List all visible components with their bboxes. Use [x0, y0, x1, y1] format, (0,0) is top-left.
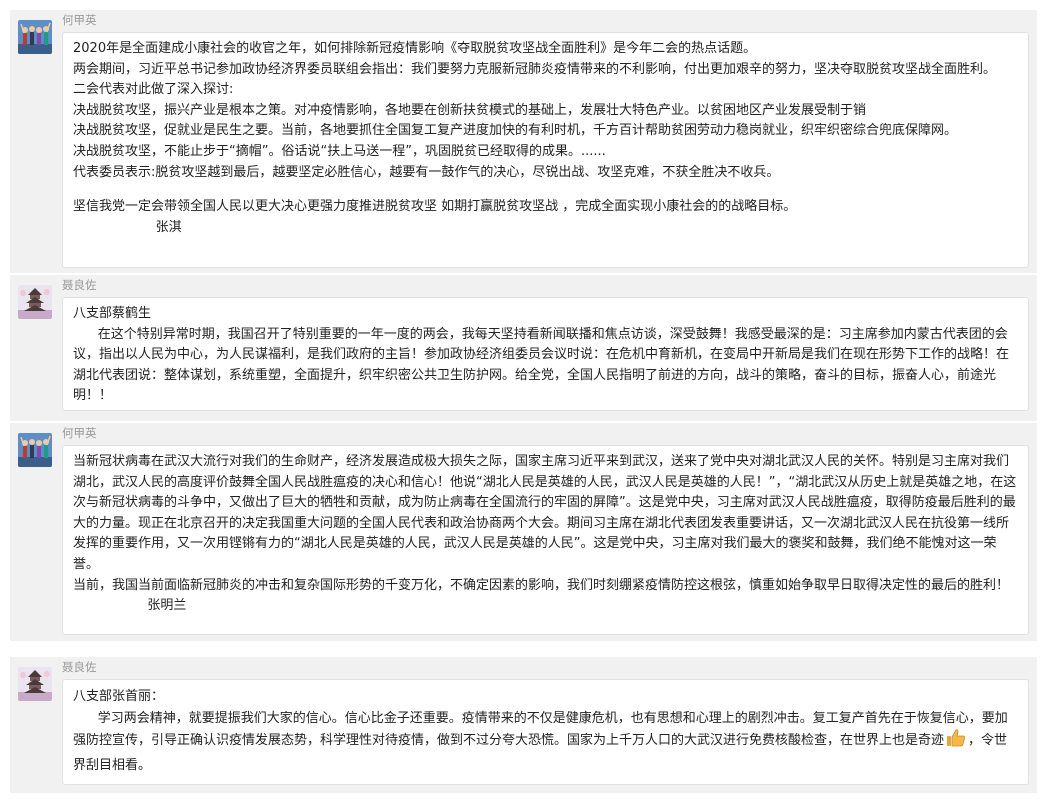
chat-message: 聂良佐 八支部蔡鹤生 在这个特别异常时期，我国召开了特别重要的一年一度的两会，我…: [10, 275, 1037, 421]
sender-name: 聂良佐: [62, 660, 97, 674]
sender-name: 何甲英: [62, 426, 97, 440]
chat-message: 聂良佐 八支部张首丽： 学习两会精神，就要提振我们大家的信心。信心比金子还重要。…: [10, 657, 1037, 793]
chat-message: 何甲英 2020年是全面建成小康社会的收官之年，如何排除新冠疫情影响《夺取脱贫攻…: [10, 10, 1037, 273]
message-line: 当新冠状病毒在武汉大流行对我们的生命财产，经济发展造成极大损失之际，国家主席习近…: [73, 454, 1017, 572]
message-line: 2020年是全面建成小康社会的收官之年，如何排除新冠疫情影响《夺取脱贫攻坚战全面…: [73, 41, 757, 56]
message-line: 代表委员表示:脱贫攻坚越到最后，越要坚定必胜信心，越要有一鼓作气的决心，尽锐出战…: [73, 164, 780, 180]
message-bubble: 八支部张首丽： 学习两会精神，就要提振我们大家的信心。信心比金子还重要。疫情带来…: [62, 679, 1029, 785]
message-line: 八支部蔡鹤生: [73, 306, 152, 321]
message-line: 决战脱贫攻坚，不能止步于“摘帽”。俗话说“扶上马送一程”，巩固脱贫已经取得的成果…: [73, 143, 606, 159]
signature: 张淇: [73, 219, 182, 235]
thumbs-up-icon: [946, 729, 966, 755]
avatar-people-icon[interactable]: [18, 433, 52, 467]
message-line: 二会代表对此做了深入探讨:: [73, 82, 234, 98]
message-line: 在这个特别异常时期，我国召开了特别重要的一年一度的两会，我每天坚持看新闻联播和焦…: [73, 326, 1010, 404]
message-line: 当前，我国当前面临新冠肺炎的冲击和复杂国际形势的千变万化，不确定因素的影响，我们…: [73, 577, 1010, 593]
message-bubble: 当新冠状病毒在武汉大流行对我们的生命财产，经济发展造成极大损失之际，国家主席习近…: [62, 445, 1029, 635]
message-line: 决战脱贫攻坚，振兴产业是根本之策。对冲疫情影响，各地要在创新扶贫模式的基础上，发…: [73, 102, 867, 118]
avatar-pagoda-icon[interactable]: [18, 285, 52, 319]
avatar-people-icon[interactable]: [18, 20, 52, 54]
signature: 张明兰: [73, 598, 187, 614]
sender-name: 聂良佐: [62, 278, 97, 292]
message-line: 坚信我党一定会带领全国人民以更大决心更强力度推进脱贫攻坚 如期打赢脱贫攻坚战 ，…: [73, 199, 797, 215]
message-line-with-emoji: 学习两会精神，就要提振我们大家的信心。信心比金子还重要。疫情带来的不仅是健康危机…: [73, 708, 1018, 777]
message-text: 学习两会精神，就要提振我们大家的信心。信心比金子还重要。疫情带来的不仅是健康危机…: [73, 710, 1008, 749]
message-bubble: 2020年是全面建成小康社会的收官之年，如何排除新冠疫情影响《夺取脱贫攻坚战全面…: [62, 32, 1029, 268]
sender-name: 何甲英: [62, 13, 97, 27]
chat-message: 何甲英 当新冠状病毒在武汉大流行对我们的生命财产，经济发展造成极大损失之际，国家…: [10, 423, 1037, 641]
message-line: 决战脱贫攻坚，促就业是民生之要。当前，各地要抓住全国复工复产进度加快的有利时机，…: [73, 123, 958, 139]
message-line: 两会期间，习近平总书记参加政协经济界委员联组会指出：我们要努力克服新冠肺炎疫情带…: [73, 61, 997, 77]
message-bubble: 八支部蔡鹤生 在这个特别异常时期，我国召开了特别重要的一年一度的两会，我每天坚持…: [62, 297, 1029, 411]
avatar-pagoda-icon[interactable]: [18, 667, 52, 701]
message-line: 八支部张首丽：: [73, 689, 165, 704]
